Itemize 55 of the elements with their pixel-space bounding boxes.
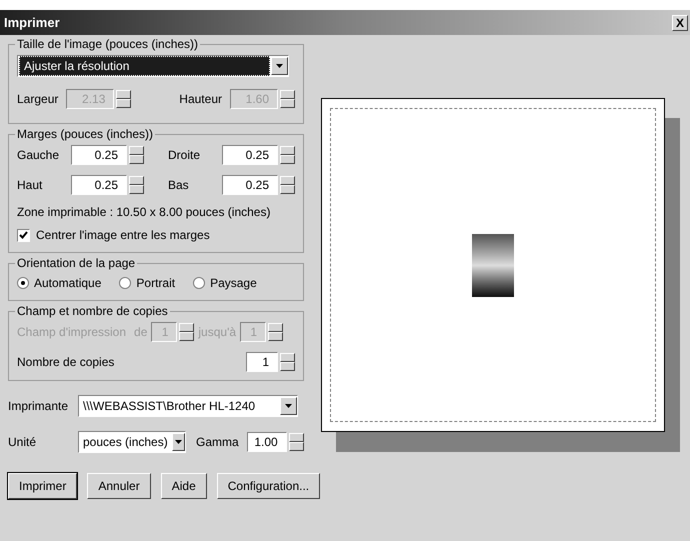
radio-label: Paysage [210, 275, 257, 292]
spin-buttons[interactable] [116, 90, 132, 108]
photo-placeholder [472, 234, 514, 296]
caret-icon[interactable] [280, 397, 297, 415]
dialog-button[interactable]: Configuration... [216, 473, 320, 499]
spin-buttons[interactable] [129, 146, 144, 164]
group-legend: Orientation de la page [15, 256, 138, 270]
radio-button[interactable] [193, 277, 206, 289]
caret-icon[interactable] [172, 433, 185, 451]
radio-button[interactable] [119, 277, 132, 289]
printer-dropdown[interactable]: \\\WEBASSIST\Brother HL-1240 [78, 395, 298, 417]
field-label: Nombre de copies [17, 354, 114, 371]
radio-button[interactable] [17, 277, 29, 289]
spin-buttons[interactable] [280, 176, 295, 194]
number-field[interactable]: 1.00 [246, 432, 287, 452]
field-label: Largeur [17, 91, 58, 108]
field-label: de [134, 324, 148, 341]
spin-buttons[interactable] [280, 90, 295, 108]
number-field[interactable]: 0.25 [71, 175, 127, 195]
field-label: jusqu'à [198, 324, 236, 341]
number-field[interactable]: 0.25 [71, 145, 127, 165]
spin-buttons[interactable] [288, 433, 304, 451]
checkbox[interactable] [17, 228, 30, 242]
spin-buttons[interactable] [179, 323, 194, 341]
number-field[interactable]: 0.25 [222, 145, 278, 165]
field-label: Hauteur [179, 91, 222, 108]
number-field[interactable]: 1 [246, 352, 278, 372]
field-label: Gauche [17, 147, 60, 164]
unit-dropdown[interactable]: pouces (inches) [78, 431, 186, 453]
group-legend: Marges (pouces (inches)) [15, 127, 156, 141]
range-label: Champ d'impression [17, 324, 126, 341]
field-label: Droite [168, 147, 200, 164]
close-button[interactable]: X [672, 14, 688, 30]
printable-area-text: Zone imprimable : 10.50 x 8.00 pouces (inches) [17, 204, 272, 221]
group-legend: Taille de l'image (pouces (inches)) [15, 37, 200, 51]
field-label: Imprimante [8, 398, 70, 415]
radio-label: Automatique [34, 275, 102, 292]
spin-buttons[interactable] [268, 323, 284, 341]
field-label: Gamma [196, 434, 239, 451]
group-legend: Champ et nombre de copies [15, 304, 170, 318]
field-label: Bas [168, 177, 189, 194]
window-title: Imprimer [4, 14, 60, 32]
dialog-button[interactable]: Annuler [87, 473, 151, 499]
caret-icon[interactable] [271, 57, 288, 75]
dialog-button[interactable]: Imprimer [8, 473, 78, 499]
field-label: Haut [17, 177, 42, 194]
dialog-button[interactable]: Aide [160, 473, 207, 499]
spin-buttons[interactable] [129, 176, 144, 194]
resolution-dropdown[interactable]: Ajuster la résolution [17, 55, 289, 77]
field-label: Unité [8, 434, 38, 451]
spin-buttons[interactable] [280, 146, 295, 164]
number-field[interactable]: 0.25 [222, 175, 278, 195]
spin-buttons[interactable] [280, 353, 295, 371]
checkbox-label: Centrer l'image entre les marges [36, 227, 210, 244]
radio-label: Portrait [136, 275, 176, 292]
